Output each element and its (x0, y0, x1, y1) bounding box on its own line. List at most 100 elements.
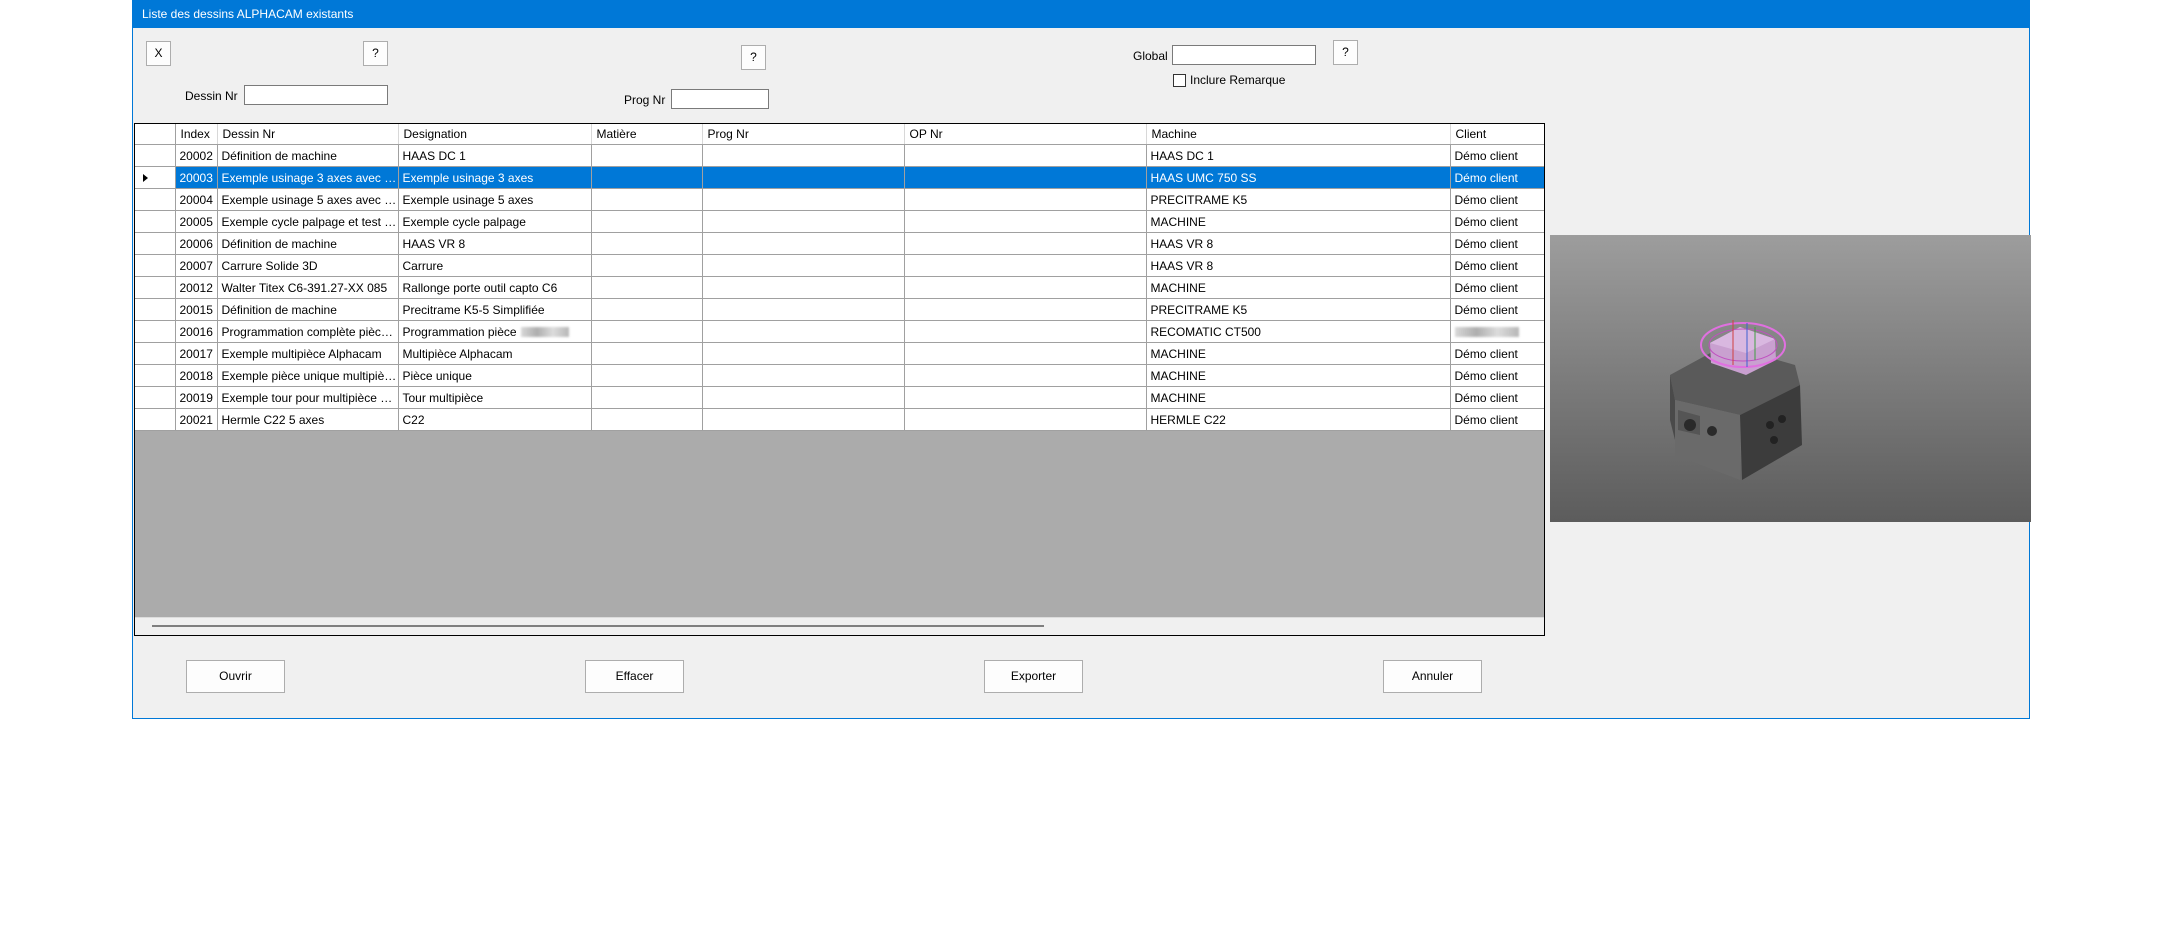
table-cell[interactable]: MACHINE (1146, 276, 1451, 299)
table-cell[interactable]: HAAS DC 1 (398, 144, 592, 167)
row-header[interactable] (135, 298, 176, 321)
table-cell[interactable]: Exemple usinage 3 axes avec étau (217, 166, 399, 189)
table-cell[interactable]: Exemple cycle palpage et test PP (217, 210, 399, 233)
table-cell[interactable]: Démo client (1450, 276, 1544, 299)
table-row[interactable]: 20003 Exemple usinage 3 axes avec étau Exe… (135, 166, 1544, 189)
table-row[interactable]: 20006 Définition de machine HAAS VR 8 HAAS … (135, 232, 1544, 255)
table-cell[interactable]: Programmation complète pièce po... (217, 320, 399, 343)
table-cell[interactable]: Tour multipièce (398, 386, 592, 409)
help-button-dessin[interactable]: ? (363, 41, 388, 66)
table-cell[interactable]: Définition de machine (217, 232, 399, 255)
table-cell[interactable]: Carrure Solide 3D (217, 254, 399, 277)
table-cell[interactable]: Programmation pièce (398, 320, 592, 343)
table-row[interactable]: 20021 Hermle C22 5 axes C22 HERMLE C22 Démo … (135, 408, 1544, 431)
table-cell[interactable] (591, 408, 703, 431)
table-cell[interactable]: HAAS DC 1 (1146, 144, 1451, 167)
table-cell[interactable]: HAAS VR 8 (1146, 254, 1451, 277)
row-header[interactable] (135, 364, 176, 387)
column-header[interactable]: Client (1450, 124, 1544, 145)
dessin-nr-input[interactable] (244, 85, 388, 105)
row-header[interactable] (135, 166, 176, 189)
table-cell[interactable]: Démo client (1450, 298, 1544, 321)
column-header[interactable]: Prog Nr (702, 124, 905, 145)
row-header[interactable] (135, 210, 176, 233)
table-cell[interactable]: Exemple pièce unique multipièce ... (217, 364, 399, 387)
global-search-input[interactable] (1172, 45, 1316, 65)
table-cell[interactable] (702, 232, 905, 255)
table-cell[interactable]: C22 (398, 408, 592, 431)
table-cell[interactable]: 20006 (175, 232, 218, 255)
table-cell[interactable]: Walter Titex C6-391.27-XX 085 (217, 276, 399, 299)
table-cell[interactable]: 20015 (175, 298, 218, 321)
table-row[interactable]: 20007 Carrure Solide 3D Carrure HAAS VR 8 Dé… (135, 254, 1544, 277)
table-cell[interactable]: 20004 (175, 188, 218, 211)
table-cell[interactable] (904, 364, 1147, 387)
table-cell[interactable]: HAAS UMC 750 SS (1146, 166, 1451, 189)
table-cell[interactable]: Exemple usinage 5 axes (398, 188, 592, 211)
table-cell[interactable]: Precitrame K5-5 Simplifiée (398, 298, 592, 321)
row-header[interactable] (135, 188, 176, 211)
table-cell[interactable] (904, 210, 1147, 233)
row-header[interactable] (135, 408, 176, 431)
table-cell[interactable]: HAAS VR 8 (398, 232, 592, 255)
table-cell[interactable]: PRECITRAME K5 (1146, 298, 1451, 321)
table-cell[interactable] (591, 232, 703, 255)
table-cell[interactable]: 20005 (175, 210, 218, 233)
table-row[interactable]: 20002 Définition de machine HAAS DC 1 HAAS … (135, 144, 1544, 167)
row-header[interactable] (135, 320, 176, 343)
table-cell[interactable] (904, 276, 1147, 299)
table-cell[interactable] (702, 364, 905, 387)
table-cell[interactable]: Exemple multipièce Alphacam (217, 342, 399, 365)
table-cell[interactable]: Carrure (398, 254, 592, 277)
dessins-grid[interactable]: Index Dessin Nr Designation Matière Prog… (134, 123, 1545, 636)
table-cell[interactable]: MACHINE (1146, 342, 1451, 365)
table-cell[interactable]: HERMLE C22 (1146, 408, 1451, 431)
column-header[interactable]: Designation (398, 124, 592, 145)
table-cell[interactable]: Définition de machine (217, 144, 399, 167)
table-cell[interactable]: Démo client (1450, 144, 1544, 167)
table-cell[interactable]: 20017 (175, 342, 218, 365)
table-cell[interactable]: PRECITRAME K5 (1146, 188, 1451, 211)
table-cell[interactable] (702, 144, 905, 167)
inclure-remarque-checkbox[interactable] (1173, 74, 1186, 87)
table-cell[interactable]: Démo client (1450, 232, 1544, 255)
table-cell[interactable]: MACHINE (1146, 364, 1451, 387)
table-cell[interactable]: Démo client (1450, 210, 1544, 233)
table-cell[interactable]: Démo client (1450, 386, 1544, 409)
table-cell[interactable] (904, 320, 1147, 343)
table-cell[interactable] (591, 254, 703, 277)
table-cell[interactable] (702, 342, 905, 365)
table-cell[interactable]: Multipièce Alphacam (398, 342, 592, 365)
table-cell[interactable] (591, 320, 703, 343)
table-cell[interactable] (591, 210, 703, 233)
table-cell[interactable]: 20002 (175, 144, 218, 167)
table-cell[interactable]: Définition de machine (217, 298, 399, 321)
row-header[interactable] (135, 144, 176, 167)
row-header[interactable] (135, 276, 176, 299)
table-cell[interactable]: Hermle C22 5 axes (217, 408, 399, 431)
column-header[interactable]: Index (175, 124, 218, 145)
table-cell[interactable] (702, 408, 905, 431)
table-cell[interactable] (591, 386, 703, 409)
prog-nr-input[interactable] (671, 89, 769, 109)
table-cell[interactable]: 20019 (175, 386, 218, 409)
table-cell[interactable] (702, 254, 905, 277)
row-header[interactable] (135, 232, 176, 255)
column-header[interactable]: Machine (1146, 124, 1451, 145)
table-cell[interactable] (702, 386, 905, 409)
table-cell[interactable] (702, 276, 905, 299)
table-cell[interactable] (904, 188, 1147, 211)
table-row[interactable]: 20005 Exemple cycle palpage et test PP Exe… (135, 210, 1544, 233)
table-cell[interactable] (904, 298, 1147, 321)
table-cell[interactable]: Démo client (1450, 254, 1544, 277)
table-cell[interactable] (702, 320, 905, 343)
table-row[interactable]: 20012 Walter Titex C6-391.27-XX 085 Rallon… (135, 276, 1544, 299)
table-cell[interactable] (591, 144, 703, 167)
close-button[interactable]: X (146, 41, 171, 66)
export-button[interactable]: Exporter (984, 660, 1083, 693)
table-cell[interactable]: 20007 (175, 254, 218, 277)
scrollbar-thumb[interactable] (152, 625, 1044, 627)
table-cell[interactable] (702, 188, 905, 211)
table-row[interactable]: 20018 Exemple pièce unique multipièce ...… (135, 364, 1544, 387)
table-row[interactable]: 20016 Programmation complète pièce po... P… (135, 320, 1544, 343)
